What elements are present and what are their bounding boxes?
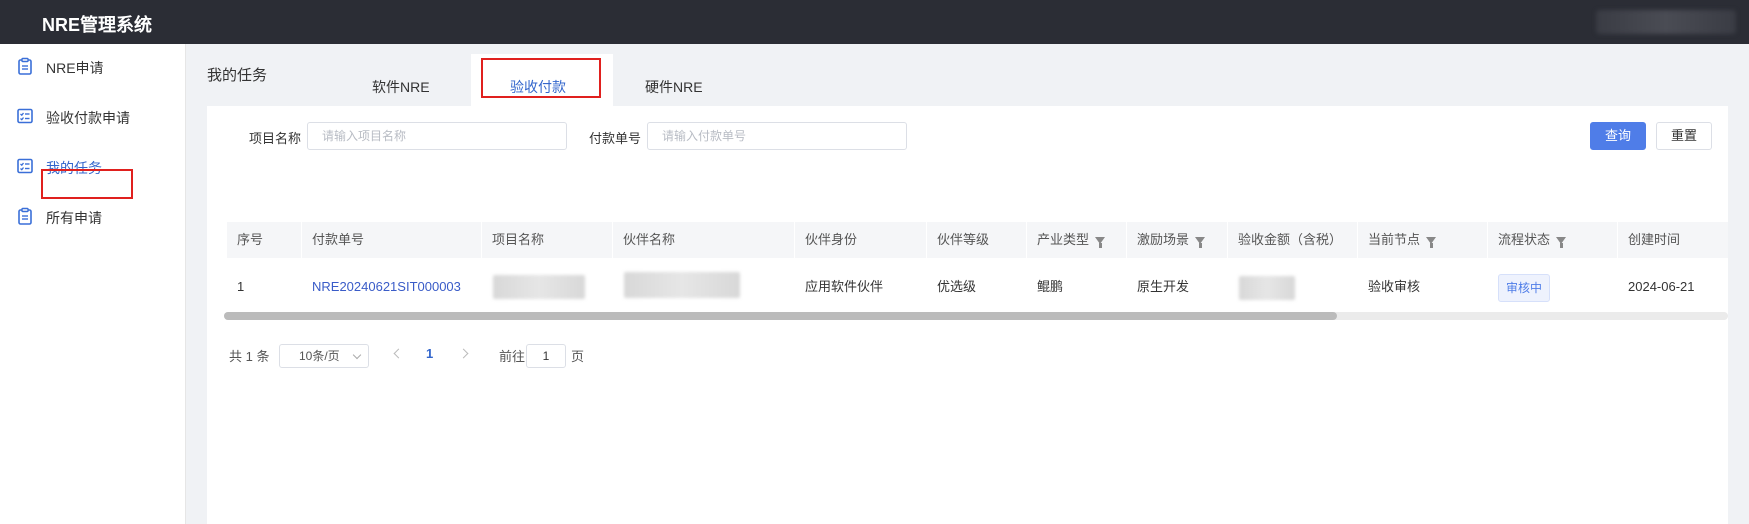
- cell-created: 2024-06-21: [1628, 279, 1695, 294]
- query-button[interactable]: 查询: [1590, 122, 1646, 150]
- col-current-node: 当前节点: [1368, 222, 1437, 258]
- sidebar-item-nre-apply[interactable]: NRE申请: [0, 44, 186, 88]
- pagination-total: 共 1 条: [229, 349, 270, 364]
- cell-project-name-redacted: [493, 275, 585, 299]
- table-header: 序号 付款单号 项目名称 伙伴名称 伙伴身份 伙伴等级 产业类型 激励场景 验收…: [227, 222, 1728, 258]
- column-divider: [1126, 222, 1127, 258]
- col-amount: 验收金额（含税）: [1238, 232, 1343, 247]
- app-title: NRE管理系统: [42, 15, 153, 35]
- tab-software-nre[interactable]: 软件NRE: [372, 72, 430, 102]
- col-partner-level: 伙伴等级: [937, 232, 990, 247]
- scrollbar-thumb[interactable]: [224, 312, 1337, 320]
- sidebar: NRE申请 验收付款申请 我的任务 所有申请: [0, 44, 186, 524]
- col-project-name: 项目名称: [492, 232, 545, 247]
- reset-button[interactable]: 重置: [1656, 122, 1712, 150]
- column-divider: [1617, 222, 1618, 258]
- col-index: 序号: [237, 232, 264, 247]
- column-divider: [481, 222, 482, 258]
- sidebar-item-payment-apply[interactable]: 验收付款申请: [0, 94, 186, 138]
- cell-partner-name-redacted: [624, 272, 740, 298]
- column-divider: [301, 222, 302, 258]
- payment-no-label: 付款单号: [589, 131, 642, 146]
- filter-icon[interactable]: [1195, 237, 1206, 249]
- sidebar-item-all-apply[interactable]: 所有申请: [0, 194, 186, 238]
- column-divider: [926, 222, 927, 258]
- task-card: 项目名称 付款单号 查询 重置 序号 付款单号 项目名称 伙伴名称 伙伴身份 伙…: [207, 106, 1728, 524]
- horizontal-scrollbar[interactable]: [224, 312, 1728, 320]
- sidebar-item-label: 验收付款申请: [46, 110, 130, 126]
- column-divider: [1227, 222, 1228, 258]
- tab-hardware-nre[interactable]: 硬件NRE: [645, 72, 703, 102]
- page-title: 我的任务: [207, 67, 268, 84]
- col-created: 创建时间: [1628, 232, 1681, 247]
- clipboard-icon: [18, 57, 32, 75]
- col-payment-no: 付款单号: [312, 232, 365, 247]
- cell-amount-redacted: [1239, 276, 1295, 300]
- column-divider: [1487, 222, 1488, 258]
- filter-icon[interactable]: [1556, 237, 1567, 249]
- table-row: 1 NRE20240621SIT000003 应用软件伙伴 优选级 鲲鹏 原生开…: [227, 258, 1728, 316]
- col-partner-identity: 伙伴身份: [805, 232, 858, 247]
- page-suffix: 页: [571, 349, 585, 364]
- user-info-redacted[interactable]: [1596, 10, 1736, 34]
- cell-payment-no-link[interactable]: NRE20240621SIT000003: [312, 258, 461, 316]
- col-current-node-label: 当前节点: [1368, 232, 1421, 247]
- cell-scenario: 原生开发: [1137, 279, 1190, 294]
- goto-page-input[interactable]: [526, 344, 566, 368]
- cell-industry-type: 鲲鹏: [1037, 279, 1064, 294]
- checklist-icon: [17, 108, 33, 124]
- page-number-current[interactable]: 1: [426, 346, 433, 361]
- prev-page-icon[interactable]: [393, 348, 404, 359]
- col-status-label: 流程状态: [1498, 232, 1551, 247]
- col-scenario-label: 激励场景: [1137, 232, 1190, 247]
- page-size-select[interactable]: 10条/页: [279, 344, 369, 368]
- col-status: 流程状态: [1498, 222, 1567, 258]
- project-name-label: 项目名称: [249, 131, 302, 146]
- column-divider: [612, 222, 613, 258]
- col-industry-type: 产业类型: [1037, 222, 1106, 258]
- column-divider: [1026, 222, 1027, 258]
- cell-current-node: 验收审核: [1368, 279, 1421, 294]
- clipboard-icon: [18, 207, 32, 225]
- highlight-box-sidebar: [41, 169, 133, 199]
- goto-label: 前往: [499, 349, 526, 364]
- col-industry-type-label: 产业类型: [1037, 232, 1090, 247]
- col-partner-name: 伙伴名称: [623, 232, 676, 247]
- column-divider: [1357, 222, 1358, 258]
- project-name-input[interactable]: [307, 122, 567, 150]
- highlight-box-tab: [481, 58, 601, 98]
- main-content: 我的任务 软件NRE 验收付款 硬件NRE 项目名称 付款单号 查询 重置 序号…: [186, 44, 1749, 524]
- next-page-icon[interactable]: [458, 348, 469, 359]
- cell-partner-identity: 应用软件伙伴: [805, 279, 884, 294]
- cell-partner-level: 优选级: [937, 279, 977, 294]
- sidebar-item-label: NRE申请: [46, 60, 104, 76]
- cell-index: 1: [237, 279, 245, 294]
- checklist-icon: [17, 158, 33, 174]
- filter-icon[interactable]: [1095, 237, 1106, 249]
- chevron-down-icon: [352, 350, 362, 360]
- page-size-value: 10条/页: [299, 349, 340, 363]
- filter-icon[interactable]: [1426, 237, 1437, 249]
- col-scenario: 激励场景: [1137, 222, 1206, 258]
- top-bar: NRE管理系统: [0, 0, 1749, 44]
- sidebar-item-label: 所有申请: [46, 210, 102, 226]
- status-badge: 审核中: [1498, 274, 1550, 302]
- payment-no-input[interactable]: [647, 122, 907, 150]
- column-divider: [794, 222, 795, 258]
